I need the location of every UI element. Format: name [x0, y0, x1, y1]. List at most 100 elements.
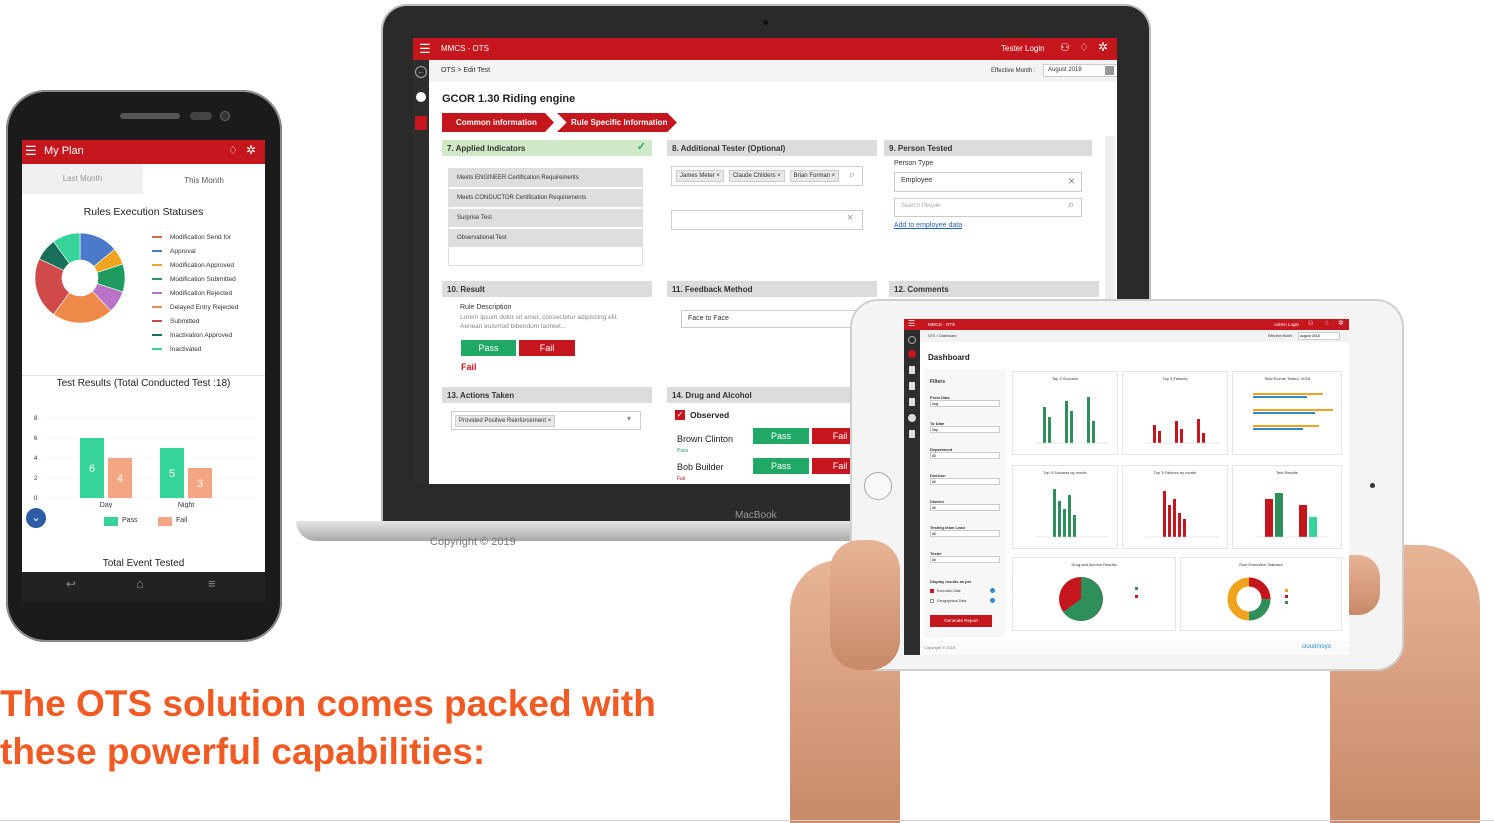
chip-label: Claude Childers: [732, 173, 776, 179]
tab-common-information[interactable]: Common information: [442, 113, 554, 132]
search-icon[interactable]: ⌕: [1068, 199, 1074, 212]
list-item[interactable]: Observational Test: [449, 229, 642, 247]
settings-icon[interactable]: [908, 414, 916, 422]
bell-icon[interactable]: ♢: [1324, 320, 1329, 327]
list-item[interactable]: Meets CONDUCTOR Certification Requiremen…: [449, 189, 642, 207]
legend-label-fail: Fail: [176, 517, 188, 524]
tester-chip[interactable]: Claude Childers ×: [728, 170, 785, 182]
observed-checkbox[interactable]: ✓: [675, 410, 685, 420]
tab-last-month[interactable]: Last Month: [22, 164, 143, 194]
execution-label: Execution Date: [937, 589, 961, 593]
gear-icon[interactable]: ✲: [1338, 319, 1344, 327]
legend-swatch: [152, 334, 162, 336]
card-title: Test Results: [1276, 470, 1298, 475]
person-status: Fail: [677, 476, 686, 482]
file-icon[interactable]: [909, 430, 915, 438]
legend-item: Delayed Entry Rejected: [144, 300, 264, 314]
filter-item: District All: [930, 499, 1006, 525]
fail-button[interactable]: Fail: [519, 340, 575, 356]
tablet-effective-input[interactable]: August 2018: [1298, 332, 1340, 340]
list-icon[interactable]: [909, 398, 915, 406]
scrollbar[interactable]: [1105, 136, 1115, 301]
bell-icon[interactable]: ♢: [1079, 41, 1089, 54]
legend-swatch-fail: [158, 517, 172, 526]
user-icon[interactable]: ⚇: [1308, 320, 1313, 327]
checkbox-execution[interactable]: [930, 589, 934, 593]
search-icon[interactable]: ⌕: [849, 169, 855, 182]
filter-select[interactable]: All: [930, 556, 1000, 563]
left-thumb: [830, 540, 900, 670]
user-login[interactable]: Tester Login: [1001, 44, 1045, 53]
action-chip[interactable]: Provided Positive Reinforcement ×: [455, 415, 556, 427]
legend-item: Inactivation Approved: [144, 328, 264, 342]
tester-chip[interactable]: Brian Forman ×: [789, 170, 840, 182]
chart-icon[interactable]: [908, 350, 916, 358]
tab-rule-specific-information[interactable]: Rule Specific Information: [557, 113, 677, 132]
clear-icon[interactable]: ×: [847, 212, 853, 224]
home-icon[interactable]: ⌂: [136, 576, 144, 591]
chevron-down-icon[interactable]: ⌄: [26, 508, 46, 528]
person-type-select[interactable]: Employee: [894, 172, 1082, 192]
check-icon: ✓: [636, 141, 646, 153]
tablet-breadcrumb[interactable]: OTS > Dashboard: [928, 334, 956, 338]
menu-icon[interactable]: ☰: [419, 41, 431, 57]
list-item[interactable]: Surprise Test: [449, 209, 642, 227]
filter-select[interactable]: All: [930, 530, 1000, 537]
tablet-user[interactable]: Admin Login: [1274, 322, 1299, 327]
add-employee-link[interactable]: Add to employee data: [894, 222, 962, 229]
card-title: Top 3 Success by month: [1043, 470, 1087, 475]
document-icon[interactable]: [909, 382, 915, 390]
pass-button[interactable]: Pass: [753, 428, 809, 444]
phone-speaker: [120, 113, 180, 119]
rule-description-label: Rule Description: [460, 304, 512, 311]
tablet-breadcrumb-bar: OTS > Dashboard Effective Month : August…: [920, 330, 1349, 342]
menu-icon[interactable]: ≡: [208, 576, 216, 591]
clipboard-icon[interactable]: [415, 116, 427, 130]
filters-panel: Filters From Date Aug To Date Sep Department…: [924, 369, 1006, 637]
checkbox-geographical[interactable]: [930, 599, 934, 603]
menu-icon[interactable]: ☰: [25, 143, 37, 159]
chart-icon[interactable]: [416, 92, 426, 102]
clear-icon[interactable]: ×: [1068, 174, 1075, 188]
y-tick-label: 8: [34, 416, 38, 422]
filter-item: From Date Aug: [930, 395, 1006, 421]
back-icon[interactable]: ↩: [66, 577, 76, 591]
user-icon[interactable]: ⚇: [1060, 41, 1070, 54]
feedback-select[interactable]: Face to Face: [681, 310, 861, 328]
calendar-icon[interactable]: [1105, 66, 1114, 75]
generate-report-button[interactable]: Generate Report: [930, 615, 992, 627]
additional-tester-input[interactable]: James Meter × Claude Childers × Brian Fo…: [671, 166, 863, 186]
gear-icon[interactable]: ✲: [246, 143, 256, 157]
comments-header: 12. Comments: [889, 281, 1099, 297]
clipboard-icon[interactable]: [909, 366, 915, 374]
indicator-list[interactable]: Meets ENGINEER Certification Requirement…: [448, 168, 643, 266]
list-item[interactable]: Meets ENGINEER Certification Requirement…: [449, 169, 642, 187]
card-title: Total Events Tested -2018: [1264, 376, 1310, 381]
filter-select[interactable]: All: [930, 478, 1000, 485]
drug-alcohol-header: 14. Drug and Alcohol: [667, 387, 877, 403]
tester-secondary-input[interactable]: [671, 210, 863, 230]
tab-this-month[interactable]: This Month: [143, 164, 265, 194]
filter-select[interactable]: All: [930, 452, 1000, 459]
breadcrumb[interactable]: OTS > Edit Test: [441, 67, 490, 74]
bell-icon[interactable]: ♢: [228, 144, 238, 157]
legend-label: Modification Rejected: [170, 289, 233, 297]
filter-select[interactable]: Aug: [930, 400, 1000, 407]
back-icon[interactable]: [908, 336, 916, 344]
pass-button[interactable]: Pass: [461, 340, 516, 356]
search-people-input[interactable]: Search People: [894, 198, 1082, 217]
legend-item: Modification Submitted: [144, 272, 264, 286]
tablet-footer: Copyright © 2019 cloudmoyo: [920, 641, 1349, 655]
additional-tester-header: 8. Additional Tester (Optional): [667, 140, 877, 156]
chevron-down-icon[interactable]: ▾: [627, 414, 631, 423]
filter-select[interactable]: All: [930, 504, 1000, 511]
tester-chip[interactable]: James Meter ×: [676, 170, 724, 182]
pass-button[interactable]: Pass: [753, 458, 809, 474]
gear-icon[interactable]: ✲: [1098, 40, 1108, 54]
menu-icon[interactable]: ☰: [908, 319, 915, 328]
filter-select[interactable]: Sep: [930, 426, 1000, 433]
actions-select[interactable]: Provided Positive Reinforcement ×: [451, 411, 641, 430]
legend-swatch: [152, 292, 162, 294]
back-icon[interactable]: ←: [415, 66, 427, 78]
page-title: GCOR 1.30 Riding engine: [442, 93, 576, 105]
